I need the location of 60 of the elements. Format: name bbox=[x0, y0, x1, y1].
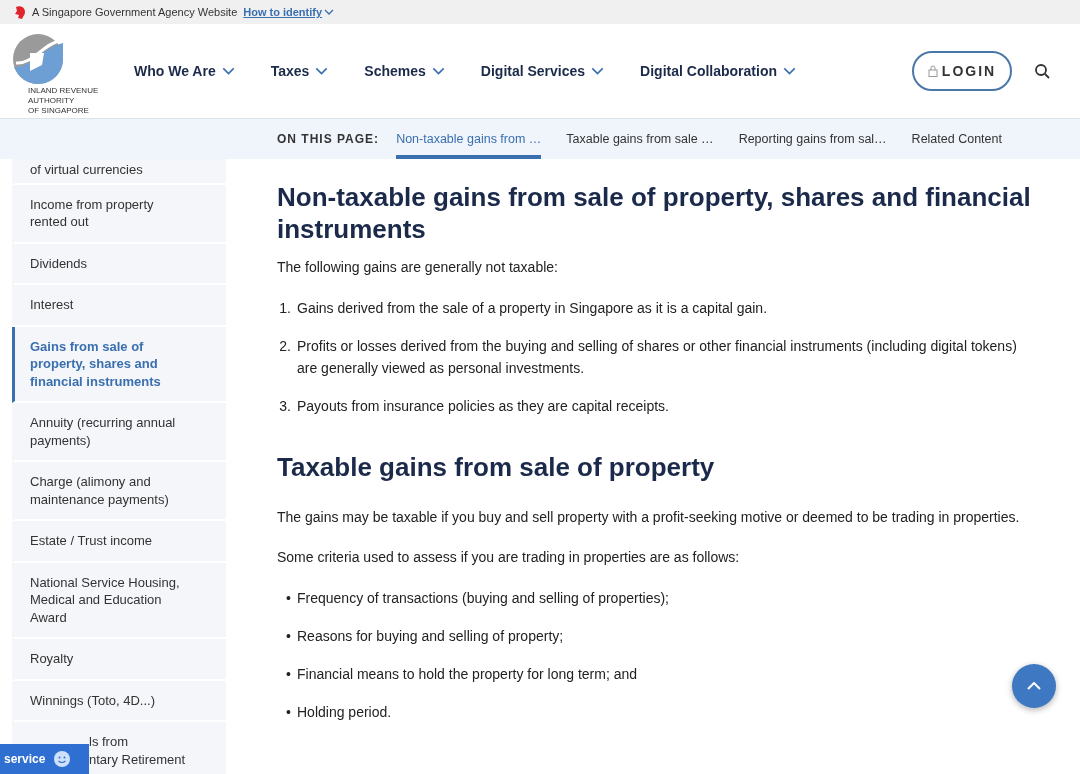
list-item: Payouts from insurance policies as they are capital receipts. bbox=[297, 397, 669, 416]
nav-menu-item[interactable]: Who We Are bbox=[134, 63, 235, 79]
back-to-top-button[interactable] bbox=[1012, 664, 1056, 708]
bullet-mark: • bbox=[285, 665, 291, 684]
service-button[interactable]: service bbox=[0, 744, 89, 774]
page-section-link[interactable]: Related Content bbox=[911, 119, 1002, 159]
logo-text: OF SINGAPORE bbox=[27, 106, 90, 115]
bullet-item: Financial means to hold the property for long term; and bbox=[297, 665, 638, 684]
logo-text: AUTHORITY bbox=[27, 96, 76, 105]
section-heading: Non-taxable gains from sale of property, shares and financial instruments bbox=[277, 181, 1032, 245]
paragraph: Some criteria used to assess if you are trading in properties are as follows: bbox=[277, 548, 741, 567]
chevron-down-icon bbox=[315, 67, 329, 75]
bullet-item: Reasons for buying and selling of property; bbox=[297, 627, 564, 646]
sidebar-item[interactable]: Income from property rented out bbox=[12, 184, 226, 244]
sidebar-item[interactable]: Winnings (Toto, 4D...) bbox=[12, 680, 226, 722]
paragraph: The gains may be taxable if you buy and sell property with a profit-seeking motive or deemed to be trading in properties. bbox=[277, 508, 1021, 527]
chevron-down-icon bbox=[221, 67, 235, 75]
page-section-link[interactable]: Taxable gains from sale … bbox=[566, 119, 714, 159]
list-number: 3. bbox=[278, 397, 291, 416]
sidebar-item[interactable]: Royalty bbox=[12, 639, 226, 681]
login-button[interactable]: LOGIN bbox=[912, 51, 1012, 91]
sidebar-item[interactable]: Dividends bbox=[12, 243, 226, 285]
nav-menu-item[interactable]: Taxes bbox=[270, 63, 329, 79]
bullet-mark: • bbox=[285, 703, 291, 722]
lock-icon bbox=[927, 65, 938, 77]
nav-menu-item[interactable]: Digital Services bbox=[480, 63, 605, 79]
bullet-mark: • bbox=[285, 589, 291, 608]
chevron-up-icon bbox=[1027, 682, 1041, 690]
lion-head-icon bbox=[14, 5, 26, 19]
sidebar-item[interactable]: Charge (alimony and maintenance payments) bbox=[12, 462, 226, 521]
page-section-link[interactable]: Reporting gains from sal… bbox=[738, 119, 887, 159]
chevron-down-icon bbox=[324, 9, 335, 15]
sidebar-item[interactable]: of virtual currencies bbox=[12, 159, 226, 185]
logo-text: INLAND REVENUE bbox=[27, 86, 100, 95]
list-item: Gains derived from the sale of a property in Singapore as it is a capital gain. bbox=[297, 299, 768, 318]
bullet-item: Holding period. bbox=[297, 703, 392, 722]
list-number: 2. bbox=[278, 337, 291, 356]
logo-icon bbox=[12, 33, 64, 85]
bullet-item: Frequency of transactions (buying and selling of properties); bbox=[297, 589, 669, 608]
search-icon[interactable] bbox=[1034, 63, 1050, 79]
chevron-down-icon bbox=[591, 67, 605, 75]
sidebar-item[interactable]: Interest bbox=[12, 285, 226, 327]
chevron-down-icon bbox=[783, 67, 796, 75]
list-item: Profits or losses derived from the buying and selling of shares or other financial instruments (including digital tokens) are generally viewed as personal investments. bbox=[297, 337, 1018, 378]
nav-menu-item[interactable]: Schemes bbox=[364, 63, 445, 79]
section-heading: Taxable gains from sale of property bbox=[277, 451, 716, 483]
list-number: 1. bbox=[278, 299, 291, 318]
sidebar-item[interactable]: Estate / Trust income bbox=[12, 521, 226, 563]
sidebar-item[interactable]: Annuity (recurring annual payments) bbox=[12, 403, 226, 462]
how-to-identify-link[interactable]: How to identify bbox=[243, 6, 335, 18]
bullet-mark: • bbox=[285, 627, 291, 646]
paragraph: The following gains are generally not taxable: bbox=[277, 258, 559, 277]
sidebar-item[interactable]: Gains from sale of property, shares and financial instruments bbox=[12, 326, 226, 403]
chevron-down-icon bbox=[431, 67, 445, 75]
smiley-icon bbox=[53, 750, 72, 768]
on-this-page-label: ON THIS PAGE: bbox=[277, 132, 380, 146]
sidebar-item[interactable]: National Service Housing, Medical and Education Award bbox=[12, 562, 226, 639]
banner-text: A Singapore Government Agency Website bbox=[32, 6, 238, 18]
nav-menu-item[interactable]: Digital Collaboration bbox=[640, 63, 796, 79]
page-section-link[interactable]: Non-taxable gains from … bbox=[396, 119, 542, 159]
